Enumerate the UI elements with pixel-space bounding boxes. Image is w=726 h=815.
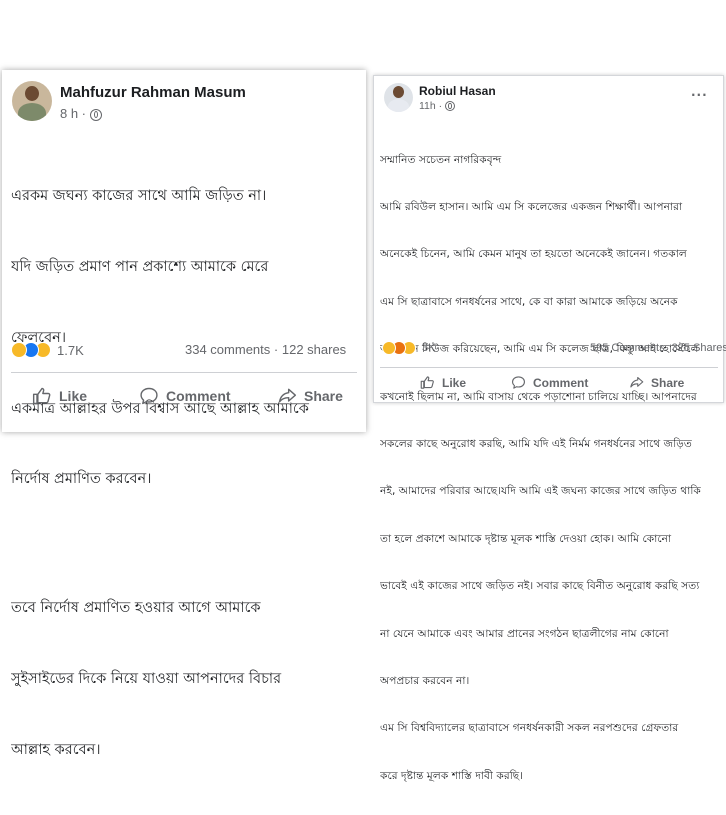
globe-icon [445,101,456,112]
share-count[interactable]: 122 shares [282,342,346,357]
post-line: আল্লাহ করবেন। [11,741,101,758]
post-line: নির্দোষ প্রমাণিত করবেন। [11,471,152,488]
author-avatar[interactable] [12,81,52,121]
post-line: না যেনে আমাকে এবং আমার প্রানের সংগঠন ছাত… [380,626,669,640]
thumbs-up-icon [420,376,434,389]
post-line: এরকম জঘন্য কাজের সাথে আমি জড়িত না। [11,188,267,205]
haha-reaction-icon [382,341,396,355]
post-line: ভাবেই এই কাজের সাথে জড়িত নই। সবার কাছে … [380,579,700,593]
post-line: তা হলে প্রকাশে আমাকে দৃষ্টান্ত মূলক শাস্… [380,531,672,545]
post-line: করে দৃষ্টান্ত মূলক শাস্তি দাবী করছি। [380,768,524,782]
like-label: Like [442,375,467,390]
post-stats: 595 Comments 325 Shares [590,342,726,354]
post-timestamp[interactable]: 8 h · [60,106,102,121]
like-button[interactable]: Like [420,375,466,390]
time-text: 8 h · [60,106,87,121]
post-line: যদি জড়িত প্রমাণ পান প্রকাশ্যে আমাকে মের… [11,258,269,275]
share-button[interactable]: Share [277,386,343,406]
reaction-summary[interactable]: 1.7K [11,342,84,358]
action-divider [380,367,718,368]
share-arrow-icon [630,376,644,388]
post-card-robiul: Robiul Hasan 11h · ··· সম্মানিত সচেতন না… [373,75,726,782]
post-stats: 334 comments · 122 shares [185,342,346,357]
post-line: অপপ্রচার করবেন না। [380,673,470,687]
author-name[interactable]: Mahfuzur Rahman Masum [60,84,246,101]
post-line [11,539,361,550]
author-avatar[interactable] [384,83,413,112]
time-text: 11h · [419,100,443,112]
post-body: সম্মানিত সচেতন নাগরিকবৃন্দ আমি রবিউল হাস… [380,120,722,815]
author-name[interactable]: Robiul Hasan [419,84,496,98]
comment-count[interactable]: 334 comments [185,342,270,357]
post-line: কখনোই ছিলাম না, আমি বাসায় থেকে পড়াশোনা… [380,389,697,403]
post-card-mahfuzur: Mahfuzur Rahman Masum 8 h · এরকম জঘন্য ক… [2,70,366,758]
reaction-count: 3K [422,342,436,354]
comment-count[interactable]: 595 Comments [590,342,665,354]
like-button[interactable]: Like [32,386,87,406]
comment-button[interactable]: Comment [139,386,231,406]
thumbs-up-icon [32,387,51,405]
reaction-count: 1.7K [57,342,84,358]
comment-button[interactable]: Comment [511,375,588,390]
share-arrow-icon [278,388,297,403]
post-line: তবে নির্দোষ প্রমাণিত হওয়ার আগে আমাকে [11,600,261,617]
post-line: সম্মানিত সচেতন নাগরিকবৃন্দ [380,152,502,166]
reaction-summary[interactable]: 3K [382,341,435,355]
post-line: আমি রবিউল হাসান। আমি এম সি কলেজের একজন শ… [380,199,683,213]
share-count[interactable]: 325 Shares [672,342,726,354]
post-body: এরকম জঘন্য কাজের সাথে আমি জড়িত না। যদি … [11,138,361,810]
post-line: সুইসাইডের দিকে নিয়ে যাওয়া আপনাদের বিচা… [11,671,282,688]
comment-label: Comment [166,388,231,404]
post-timestamp[interactable]: 11h · [419,100,456,112]
speech-bubble-icon [512,376,525,389]
share-label: Share [304,388,343,404]
like-label: Like [59,388,88,404]
speech-bubble-icon [140,387,158,405]
haha-reaction-icon [11,342,27,358]
post-line: এম সি ছাত্রাবাসে গনধর্ষনের সাথে, কে বা ক… [380,294,678,308]
share-label: Share [651,375,685,390]
post-line: সকলের কাছে অনুরোধ করছি, আমি যদি এই নির্ম… [380,436,692,450]
post-line: এম সি বিশ্ববিদ্যালের ছাত্রাবাসে গনধর্ষনক… [380,721,679,735]
comment-label: Comment [533,375,589,390]
post-line: অনেকেই চিনেন, আমি কেমন মানুষ তা হয়তো অন… [380,247,687,261]
action-divider [11,372,357,373]
more-options-icon[interactable]: ··· [691,88,708,102]
globe-icon [89,108,102,121]
post-line: নই, আমাদের পরিবার আছে।যদি আমি এই জঘন্য ক… [380,484,701,498]
stats-separator: · [273,342,279,357]
share-button[interactable]: Share [629,375,684,390]
